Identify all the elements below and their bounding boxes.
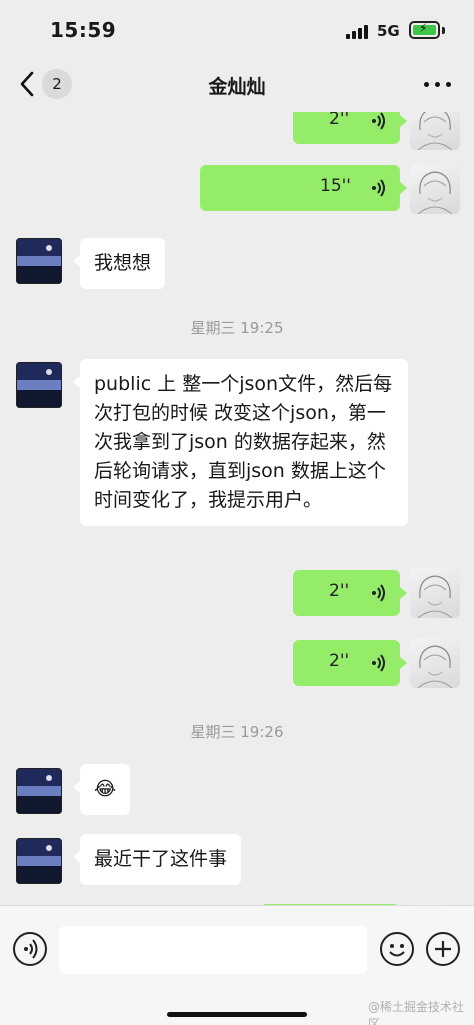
my-avatar[interactable] [410, 568, 460, 618]
battery-icon: ⚡ [409, 21, 440, 39]
emoji-message[interactable]: 😂 [72, 764, 131, 815]
back-button[interactable]: 2 [18, 68, 72, 100]
home-indicator [167, 1012, 307, 1017]
my-avatar[interactable] [410, 638, 460, 688]
timestamp: 星期三 19:25 [190, 319, 284, 337]
chat-title: 金灿灿 [208, 76, 266, 98]
voice-wave-icon [372, 112, 385, 130]
input-bar: @稀土掘金技术社区 [0, 905, 474, 1025]
status-time: 15:59 [50, 18, 117, 42]
voice-wave-icon [372, 654, 385, 672]
network-label: 5G [377, 22, 400, 40]
more-icon[interactable] [424, 74, 454, 94]
voice-duration: 2'' [329, 112, 350, 129]
contact-avatar[interactable] [16, 238, 62, 284]
voice-message[interactable]: 15'' [200, 165, 407, 211]
text-message[interactable]: 最近干了这件事 [72, 834, 242, 885]
status-bar: 15:59 5G ⚡ [0, 0, 474, 56]
text-message[interactable]: 我想想 [72, 238, 166, 289]
timestamp: 星期三 19:26 [190, 723, 284, 741]
emoji-icon[interactable] [380, 932, 414, 966]
my-avatar[interactable] [410, 164, 460, 214]
contact-avatar[interactable] [16, 362, 62, 408]
voice-duration: 15'' [320, 176, 351, 196]
voice-message[interactable]: 2'' [293, 640, 407, 686]
text-message[interactable]: public 上 整一个json文件，然后每次打包的时候 改变这个json，第一… [73, 359, 408, 526]
chevron-left-icon [20, 71, 34, 97]
contact-avatar[interactable] [16, 838, 62, 884]
nav-bar: 2 金灿灿 [0, 56, 474, 112]
voice-mode-icon[interactable] [13, 932, 47, 966]
watermark: @稀土掘金技术社区 [368, 1000, 465, 1025]
contact-avatar[interactable] [16, 768, 62, 814]
chat-area[interactable]: 2'' 15'' 我想想 星期三 19:25 public 上 整一个json文… [0, 112, 474, 905]
plus-icon[interactable] [426, 932, 460, 966]
voice-duration: 2'' [329, 581, 350, 601]
unread-badge: 2 [42, 69, 72, 99]
voice-wave-icon [372, 584, 385, 602]
voice-message[interactable]: 2'' [293, 570, 407, 616]
voice-message[interactable]: 2'' [293, 112, 407, 144]
signal-icon [346, 25, 370, 39]
voice-wave-icon [372, 179, 385, 197]
my-avatar[interactable] [410, 112, 460, 150]
voice-duration: 2'' [329, 651, 350, 671]
message-input[interactable] [59, 926, 367, 974]
